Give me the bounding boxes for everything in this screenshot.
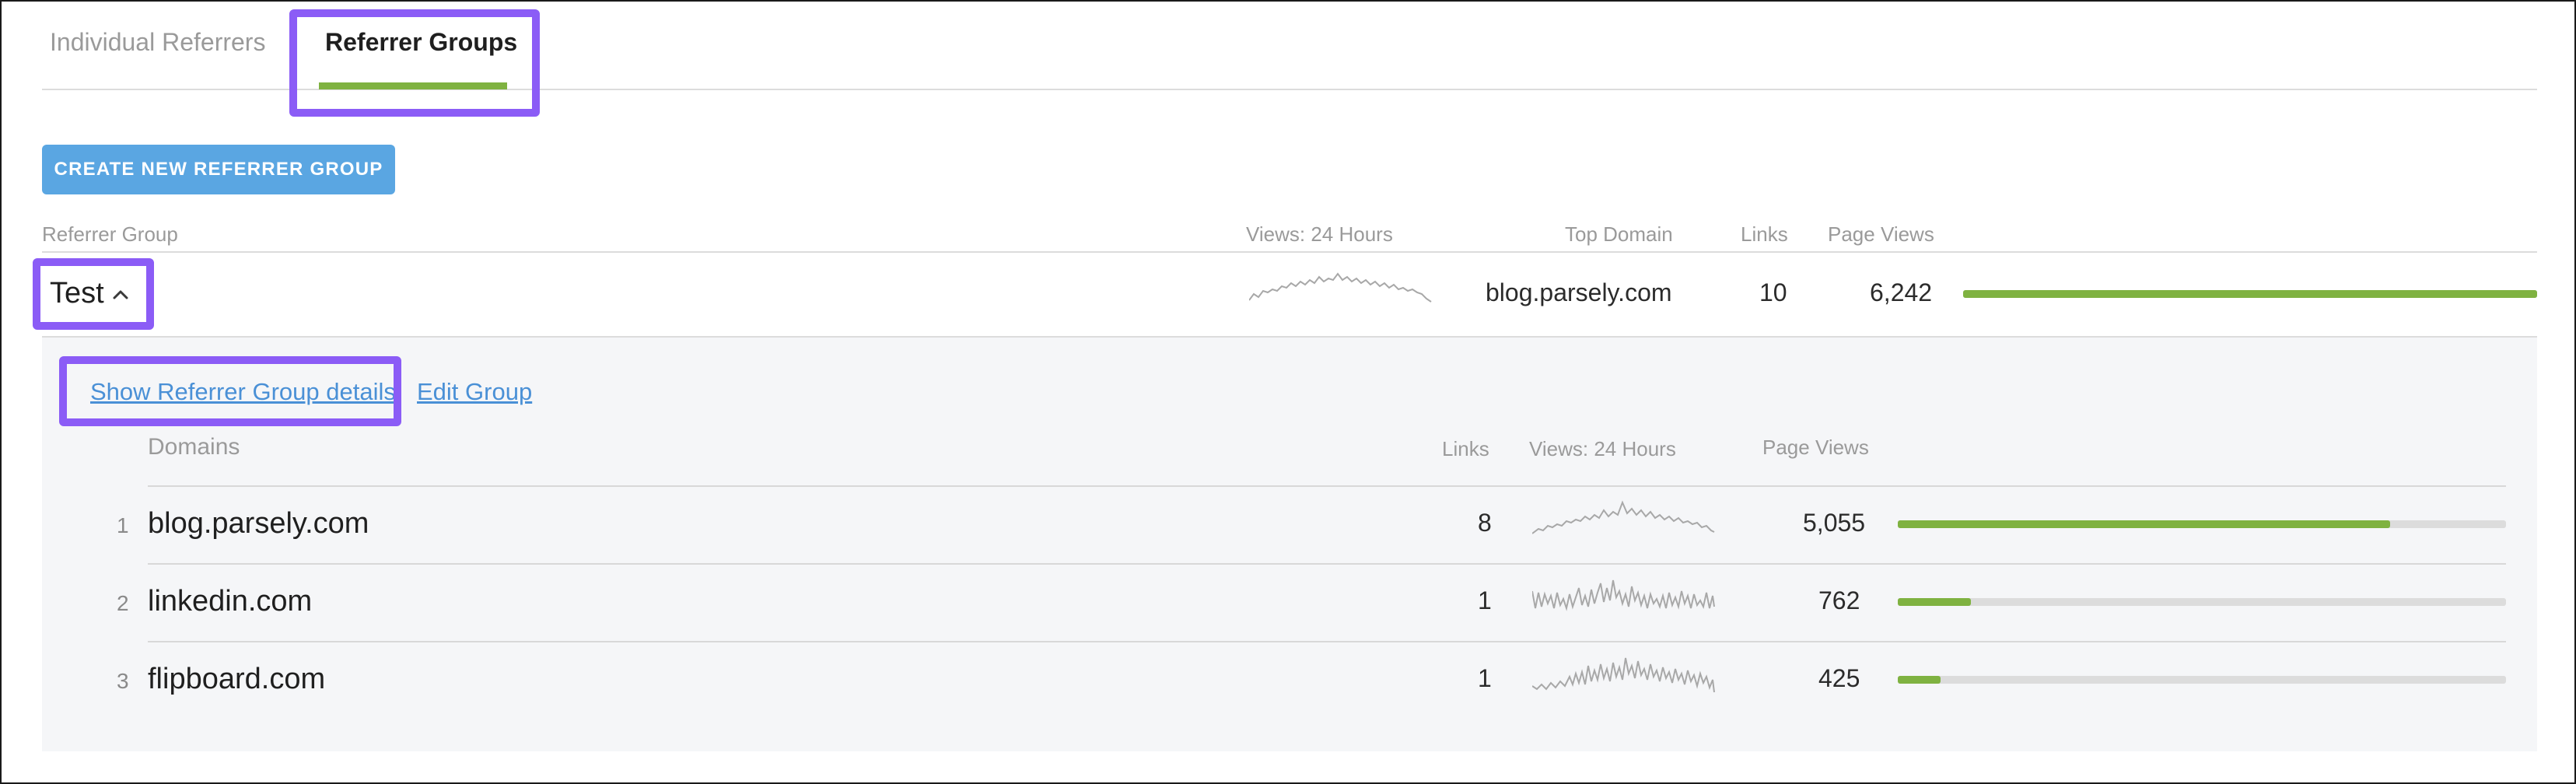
edit-group-link[interactable]: Edit Group xyxy=(417,378,532,406)
details-header-views-24h: Views: 24 Hours xyxy=(1529,437,1676,460)
domain-views-sparkline xyxy=(1532,579,1715,611)
details-header-links: Links xyxy=(1442,437,1489,460)
create-referrer-group-button[interactable]: CREATE NEW REFERRER GROUP xyxy=(42,145,395,194)
group-name-highlight xyxy=(33,258,154,330)
domain-name: linkedin.com xyxy=(148,585,313,618)
details-header-domains: Domains xyxy=(148,434,240,460)
domain-page-views-bar-fill xyxy=(1898,598,1971,606)
domain-page-views-bar xyxy=(1898,598,2506,606)
column-header-referrer-group: Referrer Group xyxy=(42,222,178,246)
domain-page-views: 762 xyxy=(1818,586,1860,614)
details-header-page-views: Page Views xyxy=(1762,436,1869,459)
domain-page-views-bar-fill xyxy=(1898,520,2391,528)
group-links-count: 10 xyxy=(1759,278,1787,306)
tab-individual-referrers[interactable]: Individual Referrers xyxy=(50,28,265,57)
details-header-divider xyxy=(148,485,2506,487)
column-header-views-24h: Views: 24 Hours xyxy=(1246,222,1393,246)
row-rank: 3 xyxy=(117,669,129,693)
domain-page-views: 425 xyxy=(1818,664,1860,692)
domain-links: 8 xyxy=(1478,509,1492,537)
domain-page-views: 5,055 xyxy=(1803,509,1866,537)
domain-views-sparkline xyxy=(1532,657,1715,693)
group-page-views-bar xyxy=(1963,290,2537,298)
row-rank: 1 xyxy=(117,513,129,537)
domain-views-sparkline xyxy=(1532,500,1715,534)
domain-page-views-bar xyxy=(1898,520,2506,528)
show-details-link-highlight xyxy=(59,356,401,426)
column-header-top-domain: Top Domain xyxy=(1565,222,1673,246)
header-divider xyxy=(42,251,2537,253)
row-divider xyxy=(148,563,2506,565)
domain-links: 1 xyxy=(1478,664,1492,692)
row-rank: 2 xyxy=(117,591,129,615)
group-page-views-bar-fill xyxy=(1963,290,2537,298)
column-header-links: Links xyxy=(1741,222,1788,246)
column-header-page-views: Page Views xyxy=(1828,222,1934,246)
domain-links: 1 xyxy=(1478,586,1492,614)
group-views-sparkline xyxy=(1249,272,1432,303)
domain-page-views-bar-fill xyxy=(1898,676,1941,684)
domain-name: flipboard.com xyxy=(148,663,326,695)
domain-name: blog.parsely.com xyxy=(148,507,369,540)
referrer-groups-tab-highlight xyxy=(289,9,540,117)
group-top-domain: blog.parsely.com xyxy=(1486,278,1672,306)
row-divider xyxy=(148,641,2506,642)
referrers-view: Individual Referrers Referrer Groups CRE… xyxy=(0,0,2576,784)
domain-page-views-bar xyxy=(1898,676,2506,684)
group-page-views: 6,242 xyxy=(1870,278,1933,306)
